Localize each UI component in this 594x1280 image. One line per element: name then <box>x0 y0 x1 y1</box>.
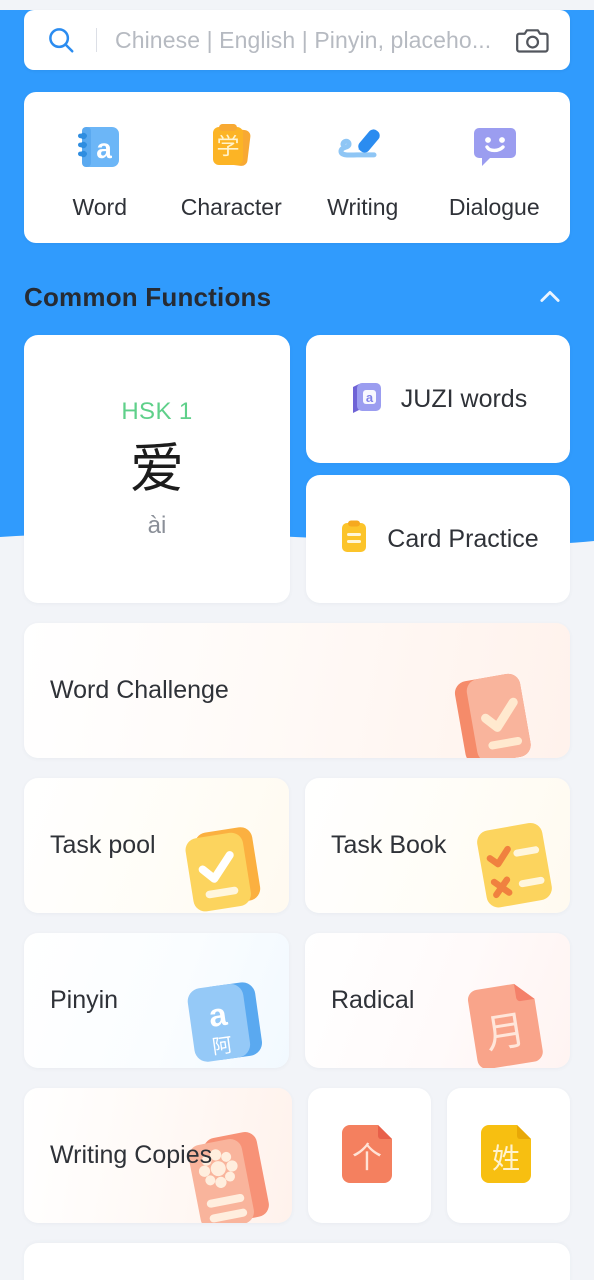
study-cards-icon: 学 <box>203 118 259 176</box>
juzi-words-card[interactable]: a JUZI words <box>306 335 570 463</box>
yellow-surname-page-icon: 姓 <box>477 1119 541 1192</box>
task-book-card[interactable]: Task Book <box>305 778 570 913</box>
svg-text:a: a <box>206 996 229 1034</box>
search-bar[interactable]: Chinese | English | Pinyin, placeho... <box>24 10 570 70</box>
juzi-words-label: JUZI words <box>400 384 528 413</box>
quicknav-item-word[interactable]: a Word <box>40 118 160 221</box>
peach-check-book-icon <box>434 661 552 758</box>
search-input[interactable]: Chinese | English | Pinyin, placeho... <box>115 27 502 54</box>
word-challenge-label: Word Challenge <box>50 676 229 704</box>
camera-icon[interactable] <box>516 25 550 55</box>
hsk-word-of-day-card[interactable]: HSK 1 爱 ài <box>24 335 290 603</box>
quicknav-label: Writing <box>327 194 399 220</box>
pen-stroke-icon <box>333 118 393 176</box>
shortcut-stack: a JUZI words Card Practice <box>306 335 570 603</box>
quicknav-item-dialogue[interactable]: Dialogue <box>434 118 554 221</box>
quicknav-label: Word <box>72 194 128 220</box>
hsk-pinyin: ài <box>147 512 167 539</box>
pinyin-radical-row: Pinyin a 阿 Radical 月 <box>24 933 570 1068</box>
task-pool-card[interactable]: Task pool <box>24 778 289 913</box>
svg-text:阿: 阿 <box>211 1033 234 1059</box>
quicknav-item-character[interactable]: 学 Character <box>171 118 291 221</box>
search-icon[interactable] <box>46 25 76 55</box>
svg-text:月: 月 <box>482 1007 529 1058</box>
task-row: Task pool Task Book <box>24 778 570 913</box>
purple-book-a-icon: a <box>349 379 385 420</box>
yellow-check-card-icon <box>169 814 281 913</box>
quicknav-label: Character <box>180 194 282 220</box>
svg-text:a: a <box>96 133 112 164</box>
speech-bubble-smile-icon <box>467 118 521 176</box>
svg-text:学: 学 <box>217 134 240 159</box>
orange-measure-word-page-icon: 个 <box>338 1119 402 1192</box>
pinyin-label: Pinyin <box>50 986 119 1014</box>
yellow-note-icon <box>337 519 371 560</box>
pinyin-card[interactable]: Pinyin a 阿 <box>24 933 289 1068</box>
radical-card[interactable]: Radical 月 <box>305 933 570 1068</box>
measure-word-glyph: 个 <box>352 1142 382 1175</box>
hsk-and-shortcuts-row: HSK 1 爱 ài a JUZI words Card Practice <box>24 335 570 603</box>
collapse-section-button[interactable] <box>530 277 570 317</box>
blue-pinyin-card-icon: a 阿 <box>169 967 281 1068</box>
search-divider <box>96 28 97 52</box>
writing-copies-row: Writing Copies 个 姓 <box>24 1088 570 1223</box>
page-title: Common Functions <box>24 281 272 312</box>
hsk-character: 爱 <box>130 439 184 499</box>
surname-tile[interactable]: 姓 <box>447 1088 570 1223</box>
card-practice-label: Card Practice <box>387 524 539 553</box>
word-challenge-card[interactable]: Word Challenge <box>24 623 570 758</box>
quick-nav-card: a Word 学 Character Writing Dialogue <box>24 92 570 243</box>
surname-glyph: 姓 <box>491 1143 519 1175</box>
yellow-quiz-card-icon <box>458 810 570 913</box>
peach-radical-page-icon: 月 <box>454 967 566 1068</box>
writing-copies-label: Writing Copies <box>50 1141 213 1169</box>
radical-label: Radical <box>331 986 415 1014</box>
writing-copies-card[interactable]: Writing Copies <box>24 1088 292 1223</box>
task-pool-label: Task pool <box>50 831 156 859</box>
svg-text:a: a <box>366 390 374 405</box>
chevron-up-icon <box>540 290 560 302</box>
quicknav-item-writing[interactable]: Writing <box>303 118 423 221</box>
hsk-level-badge: HSK 1 <box>121 398 193 425</box>
peach-flower-book-icon <box>170 1122 286 1223</box>
measure-word-tile[interactable]: 个 <box>308 1088 431 1223</box>
card-practice-card[interactable]: Card Practice <box>306 475 570 603</box>
notebook-a-icon: a <box>73 118 127 176</box>
quicknav-label: Dialogue <box>448 194 540 220</box>
next-section-card[interactable] <box>24 1243 570 1280</box>
home-screen: Chinese | English | Pinyin, placeho... a <box>0 10 594 1280</box>
task-book-label: Task Book <box>331 831 447 859</box>
common-functions-header: Common Functions <box>24 277 570 317</box>
